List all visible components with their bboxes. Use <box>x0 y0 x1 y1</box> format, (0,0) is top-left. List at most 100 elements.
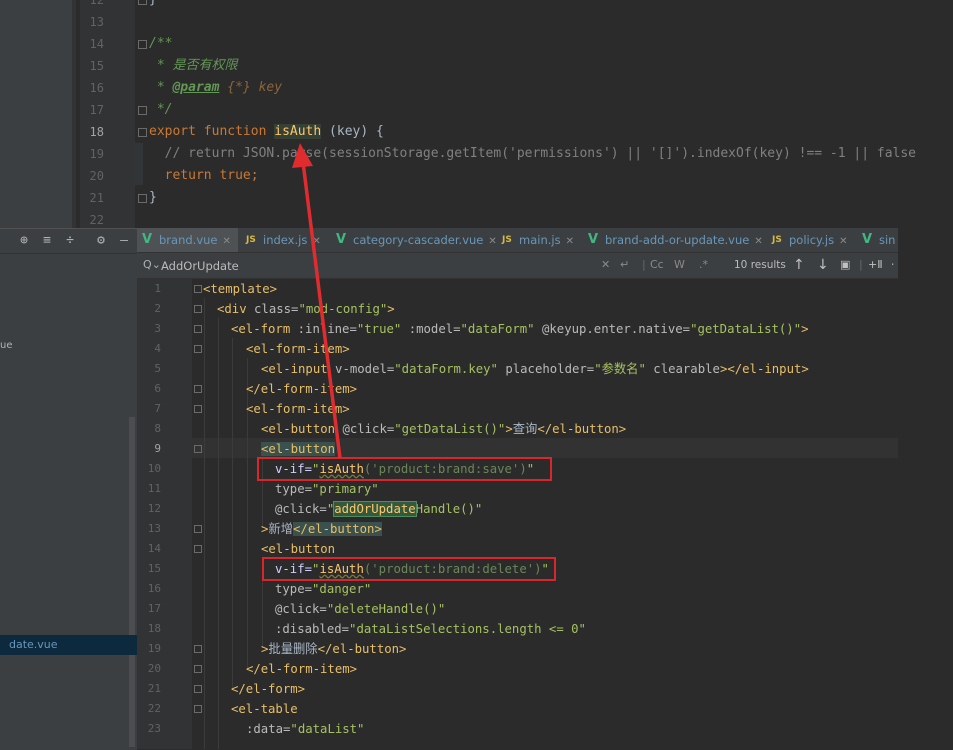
search-match[interactable]: addOrUpdate <box>333 501 417 517</box>
function-name[interactable]: isAuth <box>274 124 322 139</box>
attribute-value: "dataList" <box>290 722 365 736</box>
regex-button[interactable]: .* <box>699 257 708 273</box>
text-content: 新增 <box>268 522 294 536</box>
minimize-icon[interactable]: — <box>116 233 132 249</box>
search-input[interactable] <box>161 256 601 275</box>
keyword: return <box>149 168 212 183</box>
match-case-button[interactable]: Cc <box>650 257 664 273</box>
line-number: 13 <box>89 15 104 29</box>
fold-icon[interactable] <box>138 0 147 5</box>
fold-icon[interactable] <box>138 40 147 49</box>
code-line: <template> <box>203 279 277 299</box>
search-icon[interactable]: Q⌄ <box>143 258 161 271</box>
divider: | <box>859 258 863 271</box>
tab-brand-add-or-update-vue[interactable]: Vbrand-add-or-update.vue ✕ <box>583 228 763 252</box>
close-icon[interactable]: ✕ <box>566 236 574 247</box>
fold-icon[interactable] <box>194 445 202 453</box>
background-editor <box>135 0 953 230</box>
code-line: export function isAuth (key) { <box>149 121 384 143</box>
attribute: v-model= <box>335 362 395 376</box>
fold-icon[interactable] <box>194 665 202 673</box>
close-icon[interactable]: ✕ <box>839 236 847 247</box>
js-icon: JS <box>772 235 782 245</box>
line-number: 23 <box>147 722 161 735</box>
sidebar-toolbar: ⊕ ≡ ÷ ⚙ — <box>0 229 137 254</box>
line-number: 9 <box>154 442 161 455</box>
tag: ></el-input> <box>719 362 809 376</box>
fold-icon[interactable] <box>194 685 202 693</box>
tab-index-js[interactable]: JS index.js ✕ <box>241 228 323 252</box>
tag: </el-button> <box>293 522 382 536</box>
fold-icon[interactable] <box>138 128 147 137</box>
attribute: type= <box>275 482 313 496</box>
fold-icon[interactable] <box>194 705 202 713</box>
code-line: <el-table <box>231 699 298 719</box>
selected-tree-item[interactable]: date.vue <box>0 635 137 655</box>
code-line: :disabled="dataListSelections.length <= … <box>275 619 586 639</box>
attribute: type= <box>275 582 313 596</box>
tab-main-js[interactable]: JS main.js ✕ <box>497 228 579 252</box>
tag: <el-button <box>261 422 343 436</box>
code-line: * 是否有权限 <box>149 58 238 73</box>
line-number: 18 <box>89 125 104 139</box>
gear-icon[interactable]: ⚙ <box>93 233 109 249</box>
line-number: 4 <box>154 342 161 355</box>
text-content: 批量删除 <box>268 642 318 656</box>
arrow-down-icon[interactable]: ↓ <box>817 257 829 273</box>
expand-all-icon[interactable]: ≡ <box>39 233 55 249</box>
whole-word-button[interactable]: W <box>674 257 685 273</box>
line-number: 21 <box>89 191 104 205</box>
keyword: function <box>195 124 275 139</box>
fold-icon[interactable] <box>194 645 202 653</box>
tag: > <box>387 302 395 316</box>
tab-label: category-cascader.vue <box>353 233 484 247</box>
tag: </el-form-item> <box>246 382 358 396</box>
code-line: */ <box>149 102 173 117</box>
attribute-value: "mod-config" <box>298 302 388 316</box>
collapse-all-icon[interactable]: ÷ <box>62 233 78 249</box>
indent-guide <box>232 338 233 688</box>
filter-icon[interactable]: ⋅ <box>891 257 895 273</box>
fold-icon[interactable] <box>194 525 202 533</box>
tag: <el-table <box>231 702 298 716</box>
code-line: } <box>149 0 157 11</box>
attribute: :model= <box>401 322 461 336</box>
fold-icon[interactable] <box>138 194 147 203</box>
arrow-up-icon[interactable]: ↑ <box>793 257 805 273</box>
sidebar-scrollbar[interactable] <box>129 417 135 747</box>
attribute-value: "primary" <box>312 482 379 496</box>
new-line-icon[interactable]: ↵ <box>620 257 629 273</box>
line-number: 14 <box>147 542 161 555</box>
fold-icon[interactable] <box>194 405 202 413</box>
line-number: 15 <box>147 562 161 575</box>
fold-icon[interactable] <box>194 385 202 393</box>
tab-policy-js[interactable]: JS policy.js ✕ <box>767 228 851 252</box>
close-icon[interactable]: ✕ <box>488 236 496 247</box>
fold-icon[interactable] <box>138 106 147 115</box>
tab-sin[interactable]: Vsin <box>857 228 898 252</box>
fold-icon[interactable] <box>194 305 202 313</box>
line-number: 20 <box>89 169 104 183</box>
close-icon[interactable]: ✕ <box>223 236 231 247</box>
tab-category-cascader-vue[interactable]: Vcategory-cascader.vue ✕ <box>331 228 497 252</box>
attribute-value: "dataForm.key" <box>394 362 498 376</box>
select-all-icon[interactable]: ▣ <box>840 257 850 273</box>
locate-icon[interactable]: ⊕ <box>16 233 32 249</box>
code-line: >批量删除</el-button> <box>261 639 406 659</box>
add-occurrence-icon[interactable]: +Ⅱ <box>868 257 883 273</box>
code-line: </el-form> <box>231 679 305 699</box>
tab-brand-vue[interactable]: Vbrand.vue ✕ <box>137 228 238 252</box>
fold-icon[interactable] <box>194 345 202 353</box>
function-args: (key) { <box>321 124 384 139</box>
close-icon[interactable]: ✕ <box>754 236 762 247</box>
background-project-panel <box>0 0 76 230</box>
fold-icon[interactable] <box>194 325 202 333</box>
fold-icon[interactable] <box>194 285 202 293</box>
close-icon[interactable]: ✕ <box>312 236 320 247</box>
truncated-tree-item[interactable]: ue <box>0 340 13 351</box>
clear-icon[interactable]: ✕ <box>601 257 610 273</box>
line-number: 19 <box>89 147 104 161</box>
fold-icon[interactable] <box>194 545 202 553</box>
tag: <el-input <box>261 362 336 376</box>
line-number: 5 <box>154 362 161 375</box>
